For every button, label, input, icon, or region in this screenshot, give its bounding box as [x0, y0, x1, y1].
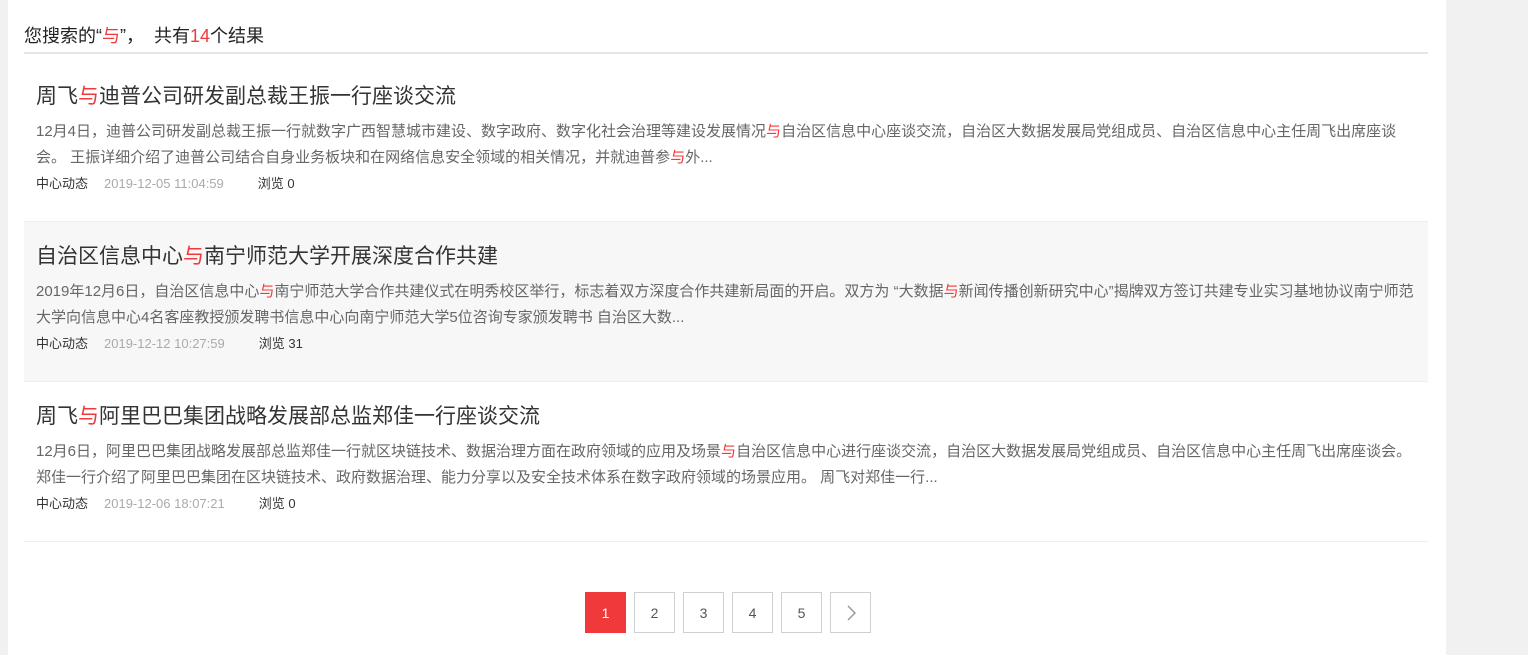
result-summary-text: 外... — [685, 149, 713, 166]
result-title[interactable]: 自治区信息中心与南宁师范大学开展深度合作共建 — [36, 242, 1416, 274]
result-category: 中心动态 — [36, 336, 89, 351]
page-button-5[interactable]: 5 — [781, 592, 822, 633]
next-page-button[interactable] — [830, 592, 871, 633]
result-category: 中心动态 — [36, 176, 89, 191]
search-results-panel: 您搜索的“与”， 共有14个结果 周飞与迪普公司研发副总裁王振一行座谈交流 12月… — [8, 0, 1446, 655]
keyword-highlight: 与 — [78, 85, 99, 108]
result-item[interactable]: 周飞与迪普公司研发副总裁王振一行座谈交流 12月4日，迪普公司研发副总裁王振一行就… — [24, 62, 1428, 222]
result-title-text: 周飞 — [36, 85, 78, 108]
chevron-right-icon — [846, 604, 856, 621]
keyword-highlight: 与 — [259, 283, 275, 300]
result-title-text: 阿里巴巴集团战略发展部总监郑佳一行座谈交流 — [99, 405, 540, 428]
result-title[interactable]: 周飞与阿里巴巴集团战略发展部总监郑佳一行座谈交流 — [36, 402, 1416, 434]
summary-mid: ”， 共有 — [120, 26, 190, 46]
keyword-highlight: 与 — [943, 283, 959, 300]
pagination: 12345 — [585, 592, 871, 633]
page-button-3[interactable]: 3 — [683, 592, 724, 633]
keyword-highlight: 与 — [766, 123, 782, 140]
result-title-text: 南宁师范大学开展深度合作共建 — [204, 245, 498, 268]
result-title[interactable]: 周飞与迪普公司研发副总裁王振一行座谈交流 — [36, 82, 1416, 114]
result-views: 浏览 0 — [257, 176, 295, 191]
result-meta: 中心动态 2019-12-12 10:27:59 浏览 31 — [36, 334, 1416, 354]
keyword-highlight: 与 — [78, 405, 99, 428]
page-button-2[interactable]: 2 — [634, 592, 675, 633]
keyword-highlight: 与 — [721, 443, 737, 460]
result-summary: 12月6日，阿里巴巴集团战略发展部总监郑佳一行就区块链技术、数据治理方面在政府领… — [36, 439, 1416, 491]
result-date: 2019-12-12 10:27:59 — [104, 336, 225, 351]
result-title-text: 自治区信息中心 — [36, 245, 183, 268]
result-views: 浏览 0 — [258, 496, 296, 511]
result-summary-text: 南宁师范大学合作共建仪式在明秀校区举行，标志着双方深度合作共建新局面的开启。双方… — [274, 283, 944, 300]
result-summary-text: 12月4日，迪普公司研发副总裁王振一行就数字广西智慧城市建设、数字政府、数字化社… — [36, 123, 767, 140]
result-title-text: 周飞 — [36, 405, 78, 428]
result-summary: 2019年12月6日，自治区信息中心与南宁师范大学合作共建仪式在明秀校区举行，标… — [36, 279, 1416, 331]
search-keyword: 与 — [102, 26, 120, 46]
results-list: 周飞与迪普公司研发副总裁王振一行座谈交流 12月4日，迪普公司研发副总裁王振一行就… — [24, 62, 1428, 542]
page-button-4[interactable]: 4 — [732, 592, 773, 633]
result-summary: 12月4日，迪普公司研发副总裁王振一行就数字广西智慧城市建设、数字政府、数字化社… — [36, 119, 1416, 171]
summary-suffix: 个结果 — [210, 26, 265, 46]
result-item[interactable]: 自治区信息中心与南宁师范大学开展深度合作共建 2019年12月6日，自治区信息中心… — [24, 222, 1428, 382]
result-meta: 中心动态 2019-12-05 11:04:59 浏览 0 — [36, 174, 1416, 194]
result-views: 浏览 31 — [258, 336, 303, 351]
keyword-highlight: 与 — [183, 245, 204, 268]
result-summary-text: 12月6日，阿里巴巴集团战略发展部总监郑佳一行就区块链技术、数据治理方面在政府领… — [36, 443, 722, 460]
result-item[interactable]: 周飞与阿里巴巴集团战略发展部总监郑佳一行座谈交流 12月6日，阿里巴巴集团战略发展… — [24, 382, 1428, 542]
summary-prefix: 您搜索的“ — [24, 26, 102, 46]
result-date: 2019-12-06 18:07:21 — [104, 496, 225, 511]
search-summary: 您搜索的“与”， 共有14个结果 — [24, 22, 1428, 54]
result-count: 14 — [190, 26, 211, 46]
result-title-text: 迪普公司研发副总裁王振一行座谈交流 — [99, 85, 456, 108]
result-summary-text: 2019年12月6日，自治区信息中心 — [36, 283, 260, 300]
result-date: 2019-12-05 11:04:59 — [104, 176, 224, 191]
keyword-highlight: 与 — [670, 149, 686, 166]
result-category: 中心动态 — [36, 496, 89, 511]
result-meta: 中心动态 2019-12-06 18:07:21 浏览 0 — [36, 494, 1416, 514]
page-button-1[interactable]: 1 — [585, 592, 626, 633]
